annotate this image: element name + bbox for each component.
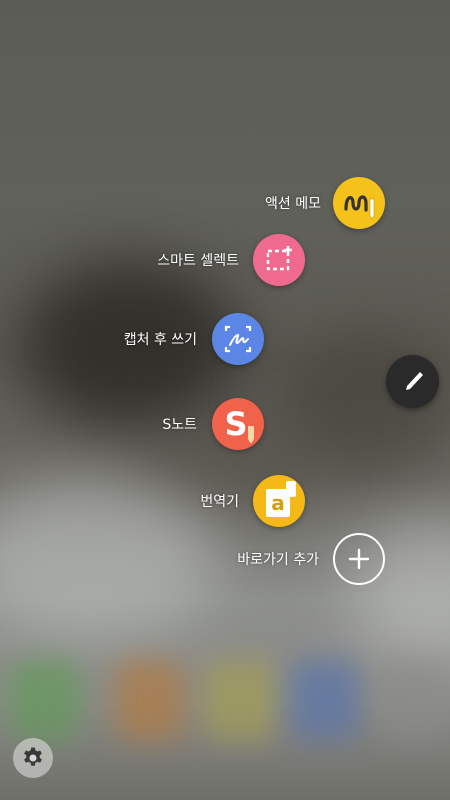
blurred-dock-app — [10, 660, 80, 740]
blurred-dock-app — [115, 660, 185, 740]
menu-item-smart-select[interactable]: 스마트 셀렉트 — [157, 234, 305, 286]
gear-icon — [24, 747, 42, 766]
translate-glyph: a — [271, 491, 285, 515]
translate-card-tab — [286, 481, 296, 497]
translate-card: a — [266, 481, 296, 517]
blurred-dock-app — [378, 660, 448, 740]
menu-item-label: 번역기 — [200, 494, 239, 510]
blurred-dock-app — [205, 660, 275, 740]
blurred-dock-app — [290, 660, 360, 740]
menu-item-add-shortcut[interactable]: 바로가기 추가 — [237, 533, 385, 585]
menu-item-label: 액션 메모 — [265, 196, 321, 212]
pen-icon — [405, 371, 423, 390]
air-command-screen: 액션 메모 스마트 셀렉트 캡처 후 쓰기 S노트 S 번역기 a 바로가기 추… — [0, 0, 450, 800]
menu-item-label: 스마트 셀렉트 — [157, 253, 239, 269]
smart-select-icon[interactable] — [253, 234, 305, 286]
menu-item-screen-write[interactable]: 캡처 후 쓰기 — [124, 313, 264, 365]
menu-item-translate[interactable]: 번역기 a — [200, 475, 305, 527]
menu-item-label: S노트 — [162, 417, 197, 433]
menu-item-s-note[interactable]: S노트 S — [162, 398, 264, 450]
s-note-glyph: S — [224, 405, 248, 443]
menu-item-label: 캡처 후 쓰기 — [123, 332, 197, 348]
translate-icon[interactable]: a — [253, 475, 305, 527]
s-note-icon[interactable]: S — [212, 398, 264, 450]
action-memo-icon[interactable] — [333, 177, 385, 229]
menu-item-action-memo[interactable]: 액션 메모 — [265, 177, 385, 229]
plus-icon[interactable] — [333, 533, 385, 585]
screen-write-icon[interactable] — [212, 313, 264, 365]
menu-item-label: 바로가기 추가 — [237, 552, 319, 568]
settings-button[interactable] — [13, 738, 53, 778]
air-command-pen-button[interactable] — [386, 355, 439, 408]
